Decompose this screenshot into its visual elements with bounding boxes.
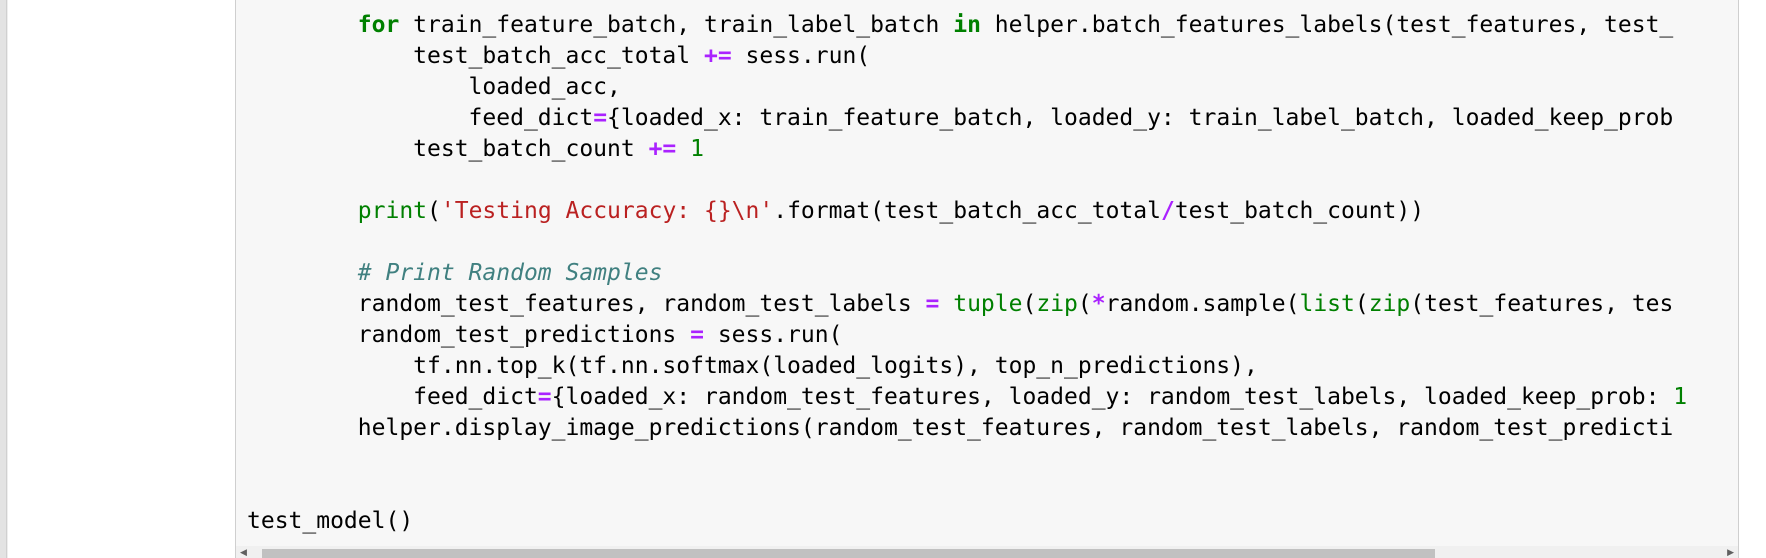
code-token: =: [593, 105, 608, 131]
code-token: # Print Random Samples: [357, 260, 663, 286]
code-token: zip: [1368, 291, 1411, 317]
code-token: *: [1091, 291, 1106, 317]
code-token: .format(test_batch_acc_total: [773, 198, 1161, 224]
code-line: test_model(): [247, 506, 1687, 537]
chevron-left-icon[interactable]: ◀: [240, 548, 247, 558]
code-line: random_test_features, random_test_labels…: [247, 289, 1687, 320]
code-token: random_test_predictions: [247, 322, 691, 348]
code-token: helper.display_image_predictions(random_…: [247, 415, 1674, 441]
code-token: 1: [690, 136, 704, 162]
code-token: zip: [1036, 291, 1078, 317]
code-token: random.sample(: [1105, 291, 1300, 317]
code-token: for: [357, 12, 400, 38]
code-line: feed_dict={loaded_x: random_test_feature…: [247, 382, 1687, 413]
code-token: (: [1077, 291, 1092, 317]
code-token: sess.run(: [731, 43, 871, 69]
code-token: test_model(): [247, 508, 414, 534]
code-token: +=: [703, 43, 732, 69]
code-editor[interactable]: for train_feature_batch, train_label_bat…: [247, 10, 1687, 537]
code-token: test_batch_acc_total: [247, 43, 704, 69]
code-line: tf.nn.top_k(tf.nn.softmax(loaded_logits)…: [247, 351, 1687, 382]
code-token: =: [537, 384, 552, 410]
code-line: print('Testing Accuracy: {}\n'.format(te…: [247, 196, 1687, 227]
code-token: +=: [648, 136, 677, 162]
code-line: for train_feature_batch, train_label_bat…: [247, 10, 1687, 41]
notebook-area: for train_feature_batch, train_label_bat…: [8, 0, 1766, 558]
code-line: # Print Random Samples: [247, 258, 1687, 289]
code-line: helper.display_image_predictions(random_…: [247, 413, 1687, 444]
code-token: tuple: [953, 291, 1023, 317]
code-line: random_test_predictions = sess.run(: [247, 320, 1687, 351]
code-token: in: [953, 12, 981, 38]
code-token: feed_dict: [247, 105, 594, 131]
code-token: sess.run(: [703, 322, 843, 348]
code-token: (: [427, 198, 441, 224]
code-line: test_batch_count += 1: [247, 134, 1687, 165]
code-line: feed_dict={loaded_x: train_feature_batch…: [247, 103, 1687, 134]
scrollbar-thumb[interactable]: [262, 549, 1435, 558]
horizontal-scrollbar[interactable]: ◀ ▶: [236, 546, 1738, 558]
code-line: test_batch_acc_total += sess.run(: [247, 41, 1687, 72]
code-token: /: [1160, 198, 1175, 224]
code-token: (: [1354, 291, 1369, 317]
code-cell[interactable]: for train_feature_batch, train_label_bat…: [235, 0, 1739, 558]
code-token: tf.nn.top_k(tf.nn.softmax(loaded_logits)…: [247, 353, 1258, 379]
code-token: {loaded_x: random_test_features, loaded_…: [551, 384, 1674, 410]
code-token: (: [1022, 291, 1037, 317]
left-gutter: [0, 0, 7, 558]
code-token: (test_features, tes: [1410, 291, 1674, 317]
code-token: test_batch_count)): [1174, 198, 1425, 224]
chevron-right-icon[interactable]: ▶: [1727, 548, 1734, 558]
code-token: =: [690, 322, 704, 348]
code-token: print: [357, 198, 428, 224]
code-token: loaded_acc,: [247, 74, 621, 100]
code-token: {loaded_x: train_feature_batch, loaded_y…: [607, 105, 1674, 131]
code-token: train_feature_batch, train_label_batch: [399, 12, 954, 38]
code-line: loaded_acc,: [247, 72, 1687, 103]
code-token: test_batch_count: [247, 136, 649, 162]
code-token: random_test_features, random_test_labels: [247, 291, 926, 317]
code-token: list: [1299, 291, 1355, 317]
code-token: helper.batch_features_labels(test_featur…: [980, 12, 1674, 38]
code-token: 1: [1673, 384, 1688, 410]
code-token: feed_dict: [247, 384, 538, 410]
code-token: =: [925, 291, 940, 317]
code-token: 'Testing Accuracy: {}\n': [440, 198, 774, 224]
